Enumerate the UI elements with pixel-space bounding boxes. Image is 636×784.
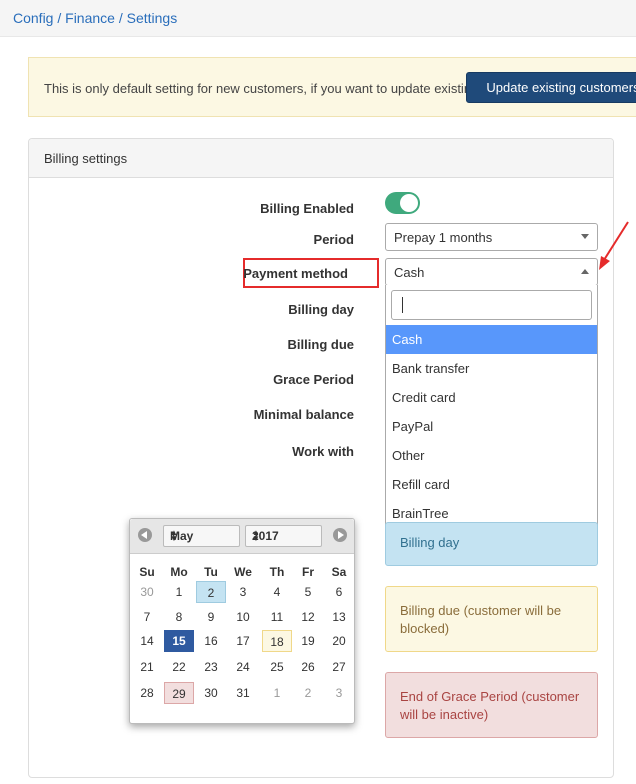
calendar-day[interactable]: 7 — [132, 606, 162, 628]
calendar-day[interactable]: 22 — [164, 656, 194, 678]
period-select[interactable]: Prepay 1 months — [385, 223, 598, 251]
dropdown-search-input[interactable] — [391, 290, 592, 320]
calendar-day[interactable]: 26 — [293, 656, 323, 678]
calendar-day[interactable]: 1 — [164, 581, 194, 603]
calendar-day[interactable]: 14 — [132, 630, 162, 652]
calendar-day[interactable]: 11 — [262, 606, 292, 628]
payment-method-label: Payment method — [243, 266, 348, 281]
updown-icon: ▲ ▼ — [252, 528, 260, 543]
period-value: Prepay 1 months — [394, 230, 493, 245]
billing-enabled-label: Billing Enabled — [260, 201, 354, 216]
calendar-day[interactable]: 16 — [196, 630, 226, 652]
option-refill-card[interactable]: Refill card — [386, 470, 597, 499]
alert-text: This is only default setting for new cus… — [44, 81, 482, 96]
info-alert: This is only default setting for new cus… — [28, 57, 636, 117]
update-existing-customers-button[interactable]: Update existing customers — [466, 72, 636, 103]
breadcrumb: Config / Finance / Settings — [0, 0, 636, 37]
calendar-day[interactable]: 24 — [228, 656, 258, 678]
option-paypal[interactable]: PayPal — [386, 412, 597, 441]
calendar-day[interactable]: 25 — [262, 656, 292, 678]
calendar-day[interactable]: 3 — [228, 581, 258, 603]
legend-billing-due-text: Billing due (customer will be blocked) — [400, 603, 562, 636]
breadcrumb-path[interactable]: Config / Finance / Settings — [13, 10, 177, 26]
year-select[interactable]: 2017 ▲ ▼ — [245, 525, 322, 547]
calendar-day[interactable]: 30 — [132, 581, 162, 603]
period-label: Period — [313, 232, 354, 247]
month-select[interactable]: May ▲ ▼ — [163, 525, 240, 547]
calendar-widget: May ▲ ▼ 2017 ▲ ▼ Su Mo Tu We Th Fr Sa 30 1 2 3 4 5 6 7 8 9 10… — [129, 518, 355, 724]
calendar-day[interactable]: 9 — [196, 606, 226, 628]
chevron-down-icon — [581, 234, 589, 239]
calendar-day[interactable]: 15 — [164, 630, 194, 652]
weekday-header: Th — [269, 565, 285, 579]
calendar-day[interactable]: 17 — [228, 630, 258, 652]
calendar-day[interactable]: 2 — [293, 682, 323, 704]
option-label: BrainTree — [392, 506, 449, 521]
calendar-day[interactable]: 1 — [262, 682, 292, 704]
option-cash[interactable]: Cash — [386, 325, 597, 354]
calendar-day[interactable]: 18 — [262, 630, 292, 652]
calendar-day[interactable]: 12 — [293, 606, 323, 628]
payment-method-value: Cash — [394, 265, 425, 280]
calendar-day[interactable]: 23 — [196, 656, 226, 678]
calendar-day[interactable]: 21 — [132, 656, 162, 678]
grace-period-label: Grace Period — [273, 372, 354, 387]
panel-title: Billing settings — [44, 151, 128, 166]
calendar-day[interactable]: 13 — [324, 606, 354, 628]
payment-method-select[interactable]: Cash — [385, 258, 598, 286]
option-credit-card[interactable]: Credit card — [386, 383, 597, 412]
updown-icon: ▲ ▼ — [170, 528, 178, 543]
option-label: Cash — [392, 332, 423, 347]
prev-month-icon[interactable] — [138, 528, 152, 542]
option-other[interactable]: Other — [386, 441, 597, 470]
calendar-day[interactable]: 29 — [164, 682, 194, 704]
weekday-header: Fr — [302, 565, 314, 579]
option-label: Bank transfer — [392, 361, 470, 376]
calendar-header: May ▲ ▼ 2017 ▲ ▼ — [130, 519, 354, 554]
option-label: Refill card — [392, 477, 450, 492]
weekday-header: We — [234, 565, 252, 579]
option-label: PayPal — [392, 419, 434, 434]
weekday-header: Tu — [204, 565, 218, 579]
weekday-header: Su — [139, 565, 155, 579]
calendar-day[interactable]: 5 — [293, 581, 323, 603]
legend-billing-day: Billing day — [385, 522, 598, 566]
legend-billing-day-text: Billing day — [400, 535, 460, 550]
calendar-day[interactable]: 3 — [324, 682, 354, 704]
calendar-day[interactable]: 10 — [228, 606, 258, 628]
calendar-day[interactable]: 28 — [132, 682, 162, 704]
legend-end-grace: End of Grace Period (customer will be in… — [385, 672, 598, 738]
option-bank-transfer[interactable]: Bank transfer — [386, 354, 597, 383]
chevron-up-icon — [581, 269, 589, 274]
next-month-icon[interactable] — [333, 528, 347, 542]
text-caret — [402, 297, 403, 313]
calendar-day[interactable]: 6 — [324, 581, 354, 603]
option-label: Other — [392, 448, 425, 463]
calendar-day[interactable]: 8 — [164, 606, 194, 628]
calendar-day[interactable]: 20 — [324, 630, 354, 652]
calendar-day[interactable]: 2 — [196, 581, 226, 603]
weekday-header: Mo — [170, 565, 188, 579]
calendar-day[interactable]: 27 — [324, 656, 354, 678]
billing-enabled-toggle[interactable] — [385, 192, 420, 214]
calendar-day[interactable]: 4 — [262, 581, 292, 603]
panel-header: Billing settings — [29, 139, 613, 178]
billing-due-label: Billing due — [287, 337, 354, 352]
calendar-day[interactable]: 30 — [196, 682, 226, 704]
option-label: Credit card — [392, 390, 456, 405]
minimal-balance-label: Minimal balance — [253, 407, 354, 422]
calendar-day[interactable]: 19 — [293, 630, 323, 652]
calendar-day[interactable]: 31 — [228, 682, 258, 704]
weekday-header: Sa — [331, 565, 347, 579]
payment-method-dropdown: Cash Bank transfer Credit card PayPal Ot… — [385, 285, 598, 525]
billing-day-label: Billing day — [288, 302, 354, 317]
legend-end-grace-text: End of Grace Period (customer will be in… — [400, 689, 580, 722]
red-arrow-annotation — [599, 221, 629, 270]
work-with-label: Work with — [292, 444, 354, 459]
legend-billing-due: Billing due (customer will be blocked) — [385, 586, 598, 652]
toggle-knob — [400, 194, 418, 212]
